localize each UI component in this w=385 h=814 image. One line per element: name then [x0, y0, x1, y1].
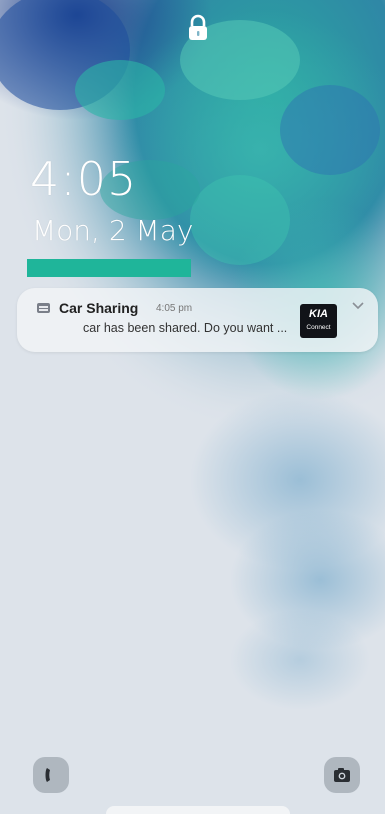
padlock-icon: [189, 14, 207, 40]
navigation-handle[interactable]: [106, 806, 290, 814]
notification-time: 4:05 pm: [156, 303, 193, 314]
lock-screen-clock: 4:05: [30, 152, 138, 206]
chevron-down-icon[interactable]: [351, 301, 365, 311]
car-sharing-app-icon: [37, 303, 50, 313]
kia-connect-logo: KIA Connect: [300, 304, 337, 338]
redaction-bar: [27, 259, 191, 277]
brand-logo-mark: KIA: [309, 308, 328, 320]
camera-icon: [334, 768, 350, 782]
camera-shortcut-button[interactable]: [324, 757, 360, 793]
wallpaper: [0, 0, 385, 814]
notification-app-name: Car Sharing: [59, 300, 139, 316]
lock-screen-date: Mon, 2 May: [32, 214, 194, 247]
phone-shortcut-button[interactable]: [33, 757, 69, 793]
notification-body: car has been shared. Do you want ...: [83, 321, 288, 335]
brand-logo-sub: Connect: [306, 324, 331, 331]
phone-icon: [45, 768, 50, 782]
notification-card[interactable]: Car Sharing 4:05 pm car has been shared.…: [17, 288, 378, 352]
